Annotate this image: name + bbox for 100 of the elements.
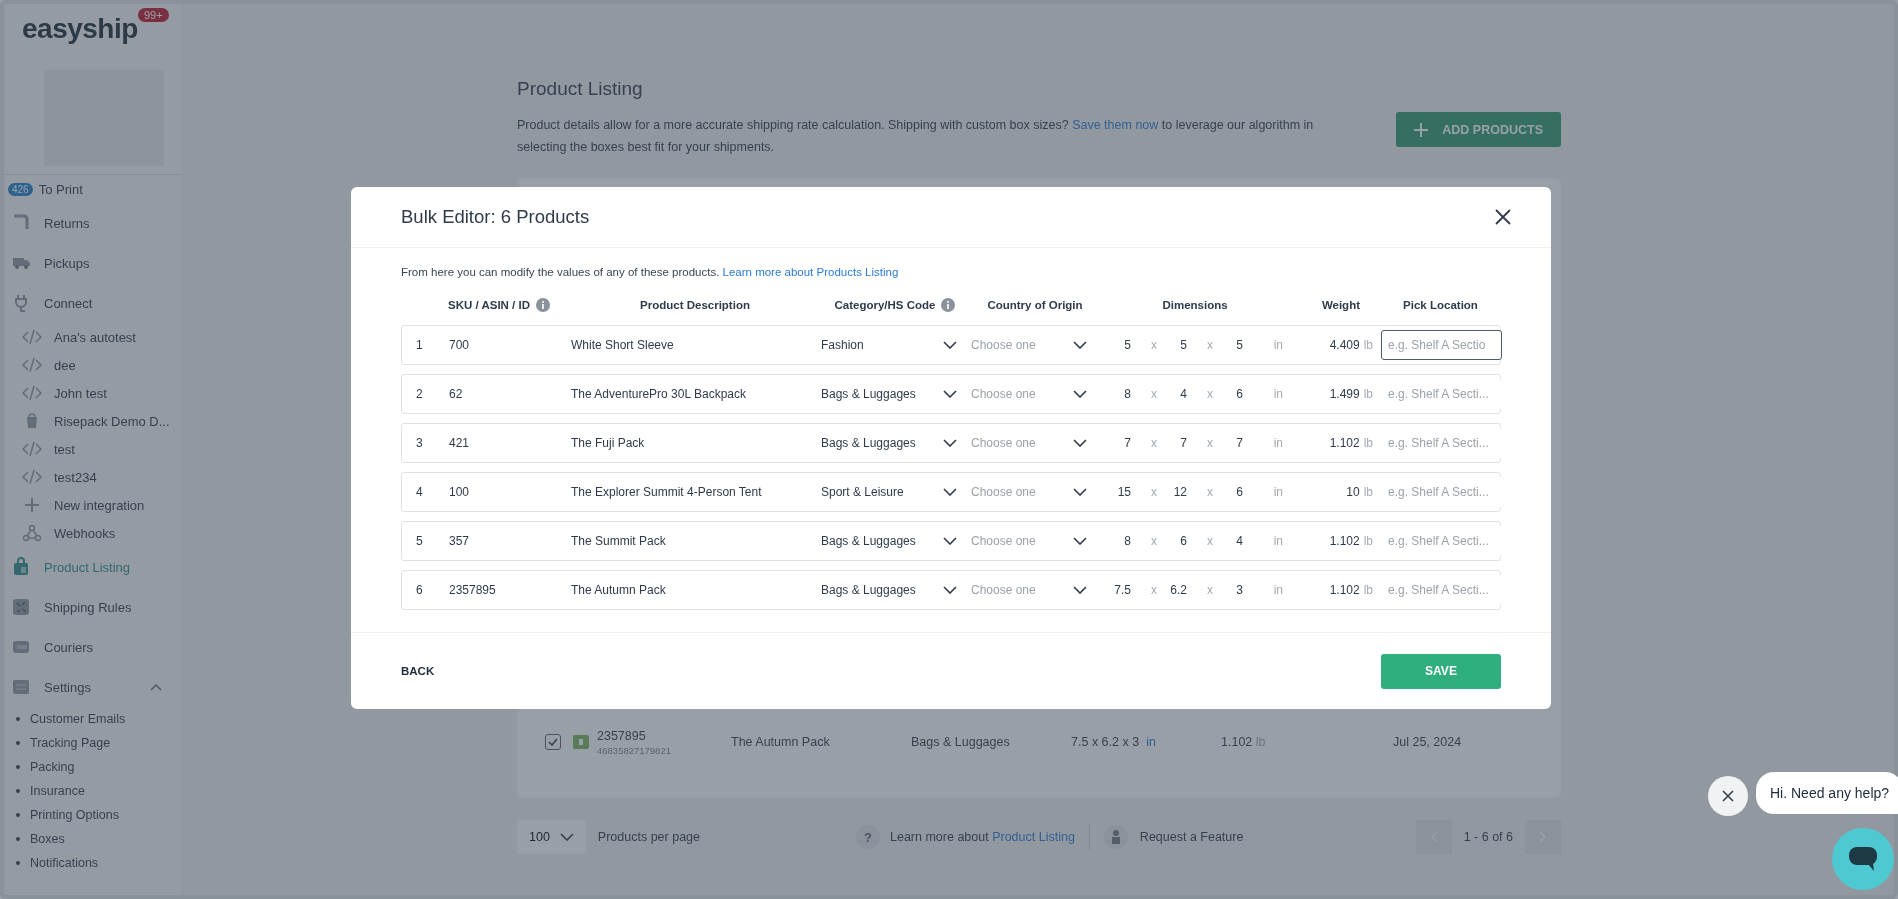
sidebar-subitem[interactable]: Ana's autotest: [4, 323, 182, 351]
sidebar-item[interactable]: Connect: [4, 283, 182, 323]
request-feature-link[interactable]: Request a Feature: [1139, 830, 1244, 844]
dimension-value[interactable]: 6: [1157, 534, 1187, 548]
country-select[interactable]: Choose one: [971, 428, 1101, 458]
dimension-value[interactable]: 12: [1157, 485, 1187, 499]
integration-icon: [22, 523, 42, 543]
category-text: Bags & Luggages: [911, 735, 1011, 749]
dimension-value[interactable]: 5: [1101, 338, 1131, 352]
category-select[interactable]: Bags & Luggages: [821, 379, 971, 409]
country-select[interactable]: Choose one: [971, 379, 1101, 409]
save-button[interactable]: SAVE: [1381, 653, 1501, 689]
dimension-value[interactable]: 8: [1101, 387, 1131, 401]
sidebar-subitem[interactable]: Insurance: [4, 779, 182, 803]
sidebar-subitem[interactable]: Risepack Demo D...: [4, 407, 182, 435]
country-select[interactable]: Choose one: [971, 575, 1101, 605]
dimension-value[interactable]: 15: [1101, 485, 1131, 499]
unit-text: in: [1272, 534, 1283, 548]
weight-value[interactable]: 1.499: [1329, 387, 1360, 401]
sidebar-subitem[interactable]: Notifications: [4, 851, 182, 875]
sidebar-item[interactable]: 426 To Print: [4, 175, 182, 203]
integration-icon: [22, 467, 42, 487]
dimension-value[interactable]: 7.5: [1101, 583, 1131, 597]
plus-icon: [1414, 122, 1429, 137]
sidebar-subitem[interactable]: test: [4, 435, 182, 463]
dimension-value[interactable]: 5: [1157, 338, 1187, 352]
integration-icon: [22, 327, 42, 347]
pick-location-field[interactable]: e.g. Shelf A Sectio: [1381, 330, 1502, 360]
sidebar-subitem[interactable]: New integration: [4, 491, 182, 519]
category-select[interactable]: Bags & Luggages: [821, 575, 971, 605]
dimension-value[interactable]: 6: [1213, 485, 1243, 499]
times-sign: x: [1150, 387, 1157, 401]
sidebar-item[interactable]: Shipping Rules: [4, 587, 182, 627]
dimension-value[interactable]: 5: [1213, 338, 1243, 352]
times-sign: x: [1206, 534, 1213, 548]
weight-value[interactable]: 10: [1346, 485, 1360, 499]
sidebar-subitem[interactable]: Printing Options: [4, 803, 182, 827]
integration-icon: [22, 355, 42, 375]
dimension-value[interactable]: 7: [1101, 436, 1131, 450]
sidebar-subitem[interactable]: dee: [4, 351, 182, 379]
sidebar-item[interactable]: Pickups: [4, 243, 182, 283]
weight-value[interactable]: 4.409: [1329, 338, 1360, 352]
dimension-value[interactable]: 8: [1101, 534, 1131, 548]
dimension-value[interactable]: 6: [1213, 387, 1243, 401]
sidebar-item[interactable]: Product Listing: [4, 547, 182, 587]
weight-value[interactable]: 1.102: [1329, 436, 1360, 450]
learn-more-link[interactable]: Learn more about Products Listing: [722, 266, 899, 278]
weight-value[interactable]: 1.102: [1329, 534, 1360, 548]
page-title: Product Listing: [517, 78, 644, 100]
sku-text: 421: [449, 436, 471, 450]
menu-icon: [12, 557, 30, 577]
category-select[interactable]: Bags & Luggages: [821, 526, 971, 556]
chevron-down-icon: [943, 488, 957, 496]
dimensions-text: 7.5 x 6.2 x 3 in: [1071, 735, 1157, 749]
row-number: 2: [415, 387, 424, 401]
close-icon[interactable]: [1495, 209, 1511, 225]
dimension-value[interactable]: 7: [1213, 436, 1243, 450]
weight-value[interactable]: 1.102: [1329, 583, 1360, 597]
product-description: White Short Sleeve: [571, 338, 675, 352]
category-select[interactable]: Fashion: [821, 330, 971, 360]
column-header: Dimensions: [1162, 299, 1228, 311]
dimension-value[interactable]: 6.2: [1157, 583, 1187, 597]
category-select[interactable]: Bags & Luggages: [821, 428, 971, 458]
column-header: SKU / ASIN / ID: [448, 299, 530, 311]
product-description: The Fuji Pack: [571, 436, 646, 450]
add-products-button[interactable]: ADD PRODUCTS: [1396, 112, 1561, 147]
country-select[interactable]: Choose one: [971, 526, 1101, 556]
logo[interactable]: easyship: [22, 14, 138, 44]
sidebar-subitem[interactable]: Customer Emails: [4, 707, 182, 731]
row-number: 5: [415, 534, 424, 548]
save-link[interactable]: Save them now: [1072, 118, 1159, 132]
sidebar-subitem[interactable]: test234: [4, 463, 182, 491]
sidebar-subitem[interactable]: Boxes: [4, 827, 182, 851]
category-select[interactable]: Sport & Leisure: [821, 477, 971, 507]
country-select[interactable]: Choose one: [971, 477, 1101, 507]
country-select[interactable]: Choose one: [971, 330, 1101, 360]
column-header: Country of Origin: [987, 299, 1083, 311]
chevron-down-icon: [1073, 586, 1087, 594]
sidebar-item[interactable]: Settings: [4, 667, 182, 707]
per-page-select[interactable]: 100: [517, 820, 586, 854]
check-icon: [548, 738, 558, 746]
product-listing-link[interactable]: Product Listing: [992, 830, 1075, 844]
dimension-value[interactable]: 4: [1157, 387, 1187, 401]
sku-text: 700: [449, 338, 471, 352]
sidebar-subitem[interactable]: Webhooks: [4, 519, 182, 547]
dialog-title: Bulk Editor: 6 Products: [401, 206, 590, 228]
sidebar-subitem[interactable]: John test: [4, 379, 182, 407]
sidebar-item[interactable]: Returns: [4, 203, 182, 243]
dimension-value[interactable]: 3: [1213, 583, 1243, 597]
sidebar-subitem[interactable]: Packing: [4, 755, 182, 779]
dialog-intro: From here you can modify the values of any of these products. Learn more about Products Listing: [401, 266, 900, 278]
chevron-down-icon: [943, 537, 957, 545]
sidebar-subitem[interactable]: Tracking Page: [4, 731, 182, 755]
sidebar-item[interactable]: Couriers: [4, 627, 182, 667]
notification-badge[interactable]: 99+: [138, 8, 169, 22]
dimension-value[interactable]: 4: [1213, 534, 1243, 548]
checkbox[interactable]: [545, 734, 561, 750]
dimension-value[interactable]: 7: [1157, 436, 1187, 450]
unit-text: lb: [1363, 534, 1373, 548]
back-button[interactable]: BACK: [401, 665, 435, 677]
